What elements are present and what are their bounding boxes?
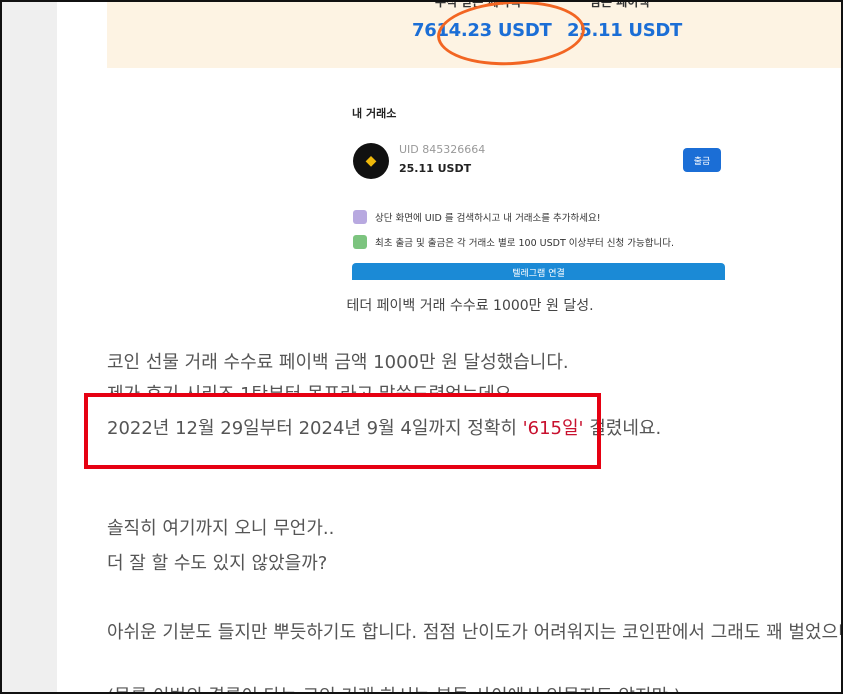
remaining-payback-label: 남은 페이백 [590,0,650,9]
exchange-uid: UID 845326664 [399,143,486,156]
binance-logo-icon: ◆ [353,143,389,179]
list-add-icon [353,210,367,224]
card-title: 내 거래소 [352,107,397,120]
note-withdraw-min: 최초 출금 및 출금은 각 거래소 별로 100 USDT 이상부터 신청 가능… [353,235,674,249]
orange-circle-annotation [435,0,587,69]
telegram-connect-button[interactable]: 텔레그램 연결 [352,263,725,280]
note-withdraw-min-text: 최초 출금 및 출금은 각 거래소 별로 100 USDT 이상부터 신청 가능… [375,238,674,249]
my-exchange-card: 내 거래소 ◆ UID 845326664 25.11 USDT 출금 상단 화… [337,95,737,280]
payback-summary-banner: 누적 받은 페이백 7614.23 USDT 남은 페이백 25.11 USDT [107,0,843,69]
paragraph-6: 아쉬운 기분도 들지만 뿌듯하기도 합니다. 점점 난이도가 어려워지는 코인판… [107,622,843,643]
note-add-exchange-text: 상단 화면에 UID 를 검색하시고 내 거래소를 추가하세요! [375,213,601,224]
paragraph-4: 솔직히 여기까지 오니 무언가.. [107,518,335,539]
withdraw-button[interactable]: 출금 [683,148,721,172]
image-caption: 테더 페이백 거래 수수료 1000만 원 달성. [346,298,594,314]
exchange-balance: 25.11 USDT [399,162,472,175]
blog-page: 누적 받은 페이백 7614.23 USDT 남은 페이백 25.11 USDT… [57,0,843,694]
paragraph-7: (물론 이번의 결론이 다는 코인 거래 하시는 분들 사이에서 인물지도 않지… [107,682,681,694]
paragraph-1: 코인 선물 거래 수수료 페이백 금액 1000만 원 달성했습니다. [107,352,569,373]
money-icon [353,235,367,249]
paragraph-5: 더 잘 할 수도 있지 않았을까? [107,553,328,574]
red-box-annotation [84,393,601,469]
note-add-exchange: 상단 화면에 UID 를 검색하시고 내 거래소를 추가하세요! [353,210,601,224]
